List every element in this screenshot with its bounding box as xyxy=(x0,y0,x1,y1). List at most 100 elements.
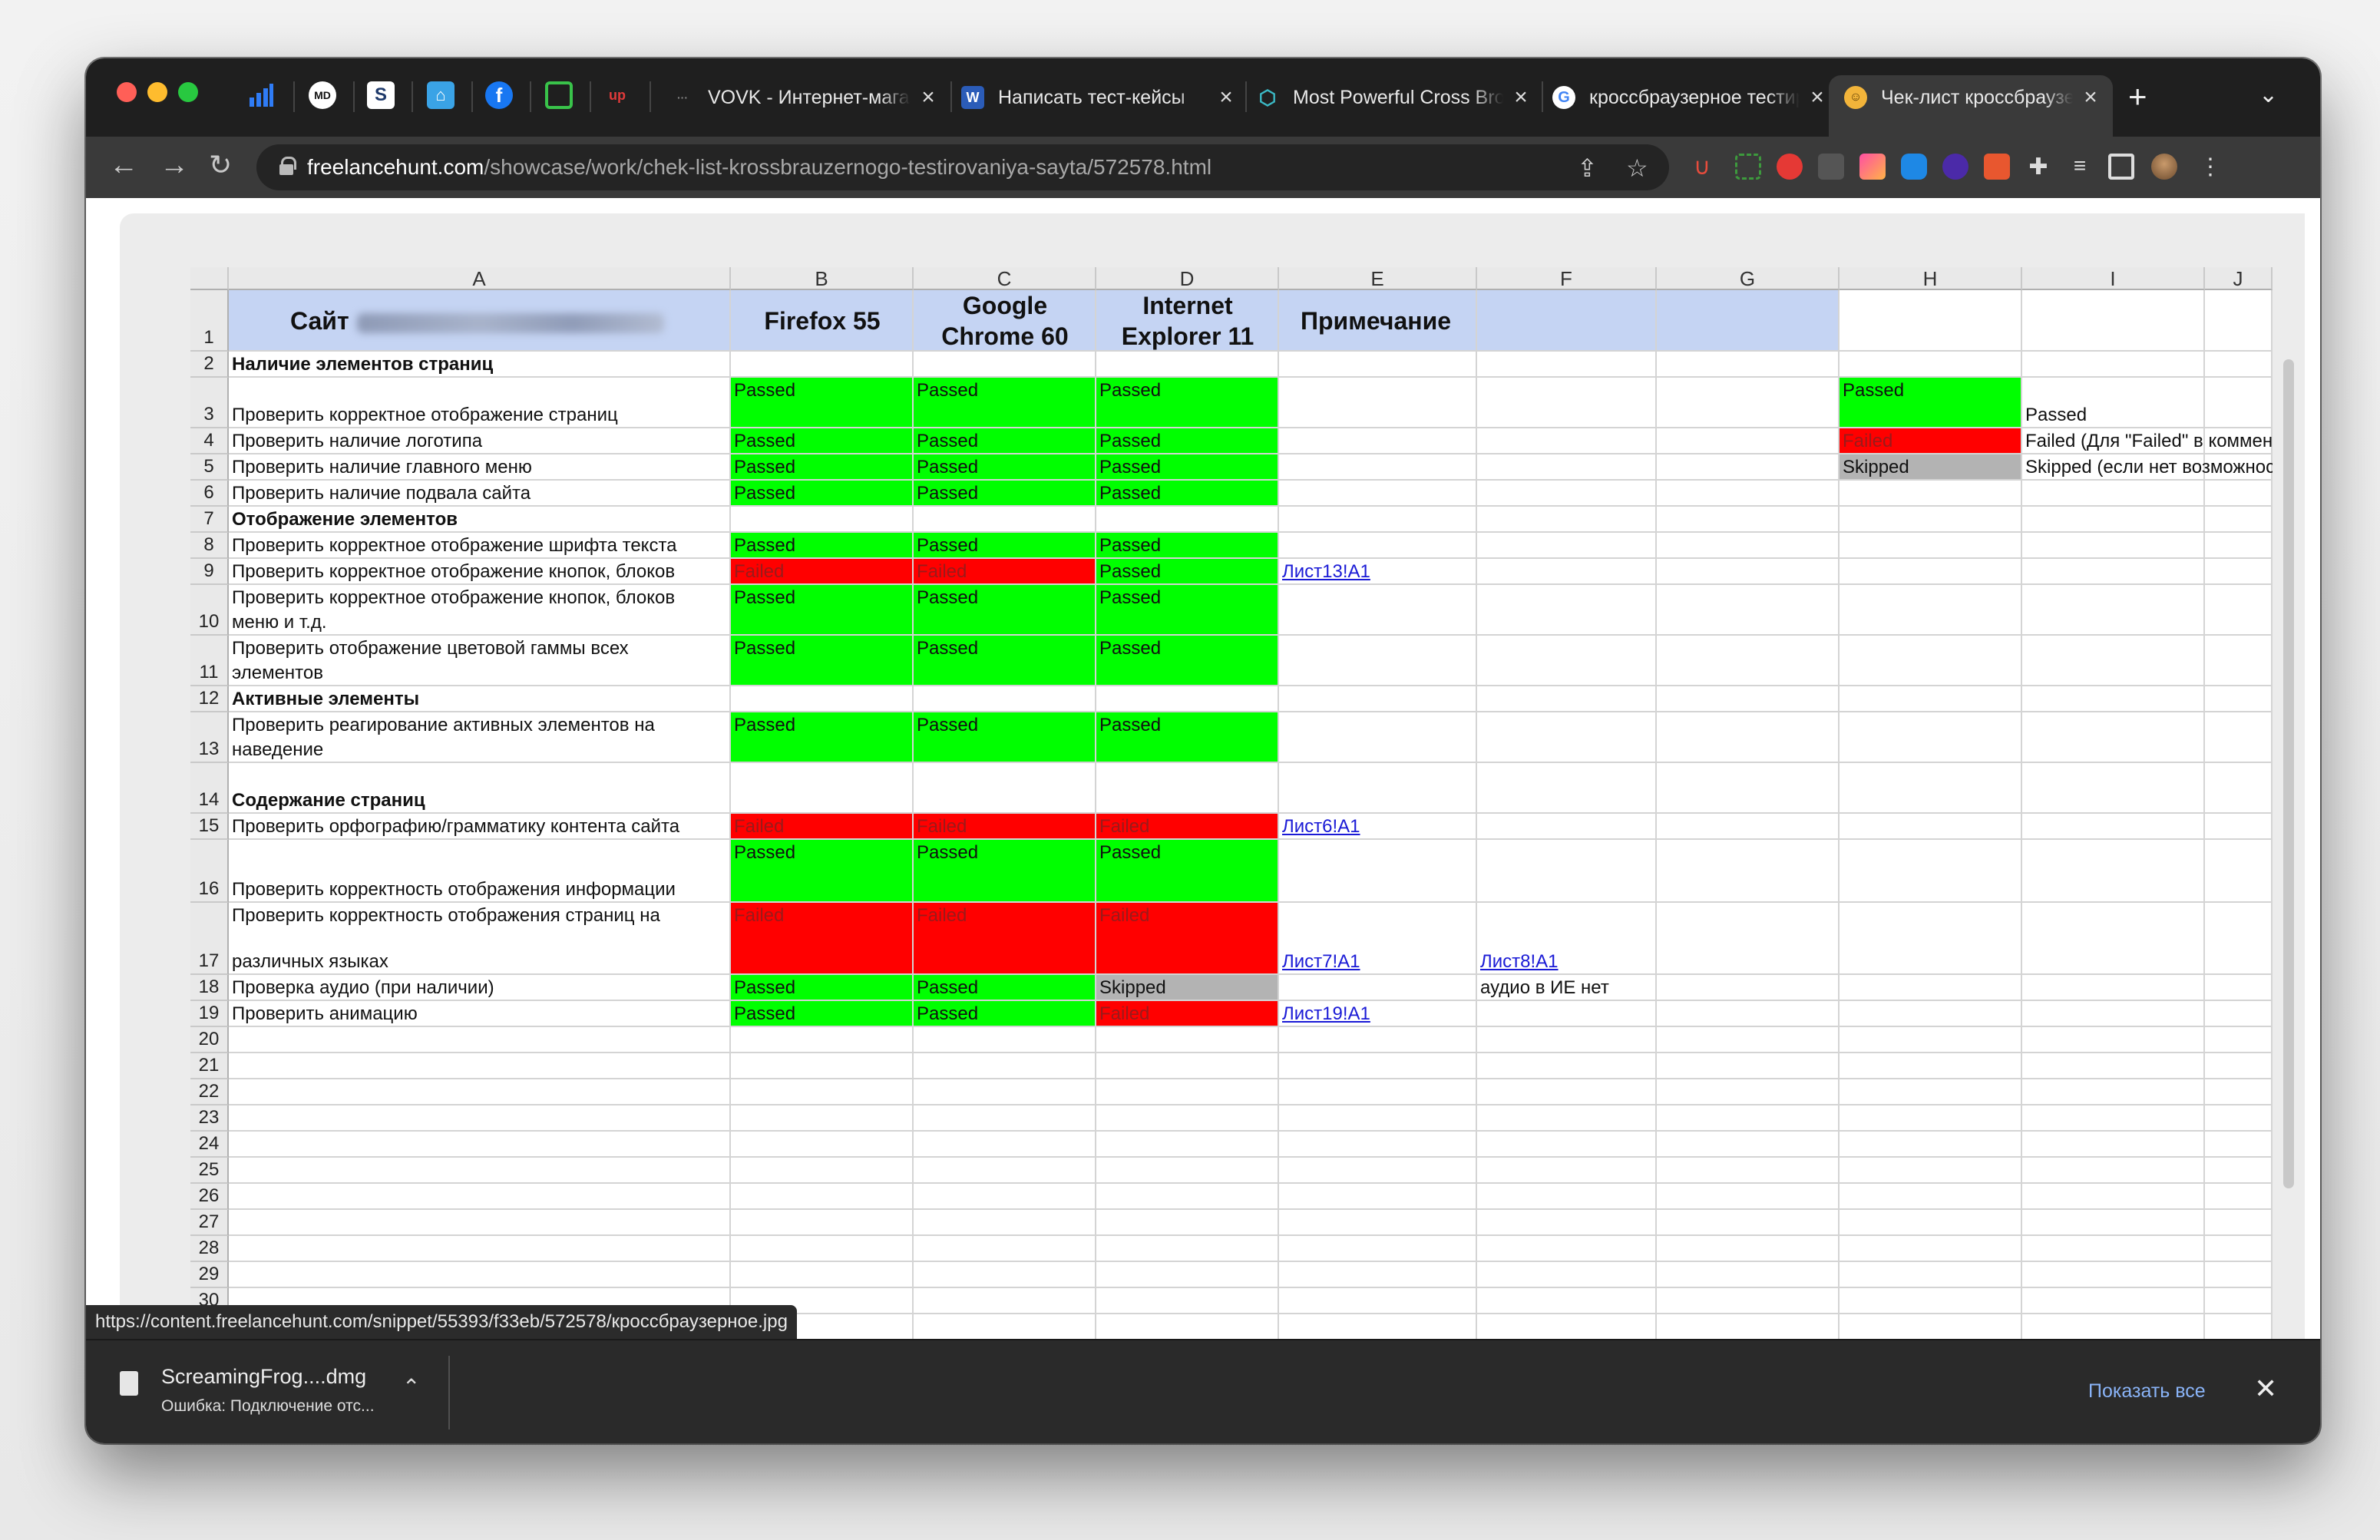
minimize-window-button[interactable] xyxy=(147,82,167,102)
status-cell[interactable]: Passed xyxy=(917,587,978,610)
close-tab-icon[interactable]: × xyxy=(917,84,940,111)
status-cell[interactable]: Passed xyxy=(917,714,978,737)
status-cell[interactable]: Passed xyxy=(1099,456,1161,479)
tab-checklist[interactable]: ☺ Чек-лист кроссбраузерного × xyxy=(1829,75,2113,137)
row-header[interactable]: 22 xyxy=(190,1079,229,1105)
status-cell[interactable]: Passed xyxy=(917,430,978,453)
status-cell[interactable]: Passed xyxy=(734,841,795,864)
sheet-link[interactable]: Лист6!A1 xyxy=(1282,815,1360,838)
status-cell[interactable]: Passed xyxy=(734,977,795,1000)
status-cell[interactable]: Passed xyxy=(1099,841,1161,864)
row-header[interactable]: 18 xyxy=(190,975,229,1001)
status-cell[interactable]: Failed xyxy=(734,815,784,838)
maximize-window-button[interactable] xyxy=(178,82,198,102)
side-panel-icon[interactable] xyxy=(2108,154,2134,180)
status-cell[interactable]: Passed xyxy=(734,534,795,557)
status-cell[interactable]: Passed xyxy=(734,379,795,402)
row-header[interactable]: 3 xyxy=(190,378,229,428)
cloud-icon[interactable] xyxy=(1901,154,1927,180)
status-cell[interactable]: Failed xyxy=(734,560,784,583)
close-tab-icon[interactable]: × xyxy=(1215,84,1238,111)
sheet-link[interactable]: Лист13!A1 xyxy=(1282,560,1370,583)
row-header[interactable]: 20 xyxy=(190,1027,229,1053)
row-header[interactable]: 2 xyxy=(190,352,229,378)
column-header-i[interactable]: I xyxy=(2022,267,2205,290)
status-cell[interactable]: Passed xyxy=(917,841,978,864)
screenshot-icon[interactable] xyxy=(1735,154,1761,180)
row-header[interactable]: 28 xyxy=(190,1236,229,1262)
row-header[interactable]: 26 xyxy=(190,1184,229,1210)
row-header[interactable]: 4 xyxy=(190,428,229,454)
status-cell[interactable]: Failed xyxy=(734,904,784,927)
share-icon[interactable]: ⇪ xyxy=(1577,154,1598,183)
adblock-icon[interactable] xyxy=(1777,154,1803,180)
status-cell[interactable]: Failed xyxy=(1099,904,1149,927)
status-cell[interactable]: Passed xyxy=(1099,482,1161,505)
status-cell[interactable]: Passed xyxy=(734,714,795,737)
close-tab-icon[interactable]: × xyxy=(2079,84,2102,111)
status-cell[interactable]: Passed xyxy=(1099,430,1161,453)
vpn-icon[interactable] xyxy=(1942,154,1968,180)
row-header[interactable]: 7 xyxy=(190,507,229,533)
status-cell[interactable]: Passed xyxy=(1099,587,1161,610)
address-bar[interactable]: freelancehunt.com/showcase/work/chek-lis… xyxy=(256,144,1669,190)
row-header[interactable]: 24 xyxy=(190,1132,229,1158)
row-header[interactable]: 17 xyxy=(190,903,229,975)
sheet-link[interactable]: Лист7!A1 xyxy=(1282,950,1360,973)
status-cell[interactable]: Passed xyxy=(1099,534,1161,557)
new-tab-button[interactable]: + xyxy=(2128,78,2147,115)
row-header[interactable]: 12 xyxy=(190,686,229,712)
avatar[interactable] xyxy=(2151,154,2177,180)
status-cell[interactable]: Passed xyxy=(917,379,978,402)
tab-test-cases[interactable]: W Написать тест-кейсы × xyxy=(961,75,1238,120)
column-header-b[interactable]: B xyxy=(731,267,914,290)
status-cell[interactable]: Failed xyxy=(1099,815,1149,838)
row-header[interactable]: 25 xyxy=(190,1158,229,1184)
row-header[interactable]: 5 xyxy=(190,454,229,481)
status-cell[interactable]: Passed xyxy=(917,482,978,505)
row-header[interactable]: 14 xyxy=(190,763,229,814)
status-cell[interactable]: Failed xyxy=(1843,430,1892,453)
tab-cross-browser[interactable]: ⬡ Most Powerful Cross Browser × xyxy=(1256,75,1532,120)
row-header[interactable]: 19 xyxy=(190,1001,229,1027)
scrollbar[interactable] xyxy=(2283,359,2294,1188)
status-cell[interactable]: Passed xyxy=(917,456,978,479)
select-all-corner[interactable] xyxy=(190,267,229,290)
status-cell[interactable]: Passed xyxy=(1099,379,1161,402)
row-header[interactable]: 1 xyxy=(190,290,229,352)
status-cell[interactable]: Passed xyxy=(734,587,795,610)
row-header[interactable]: 9 xyxy=(190,559,229,585)
column-header-f[interactable]: F xyxy=(1477,267,1657,290)
grid-icon[interactable] xyxy=(1818,154,1844,180)
status-cell[interactable]: Passed xyxy=(1843,379,1904,402)
status-cell[interactable]: Passed xyxy=(917,637,978,660)
column-header-a[interactable]: A xyxy=(229,267,731,290)
reload-icon[interactable]: ↻ xyxy=(209,149,232,181)
status-cell[interactable]: Failed xyxy=(917,560,967,583)
close-window-button[interactable] xyxy=(117,82,137,102)
kebab-menu-icon[interactable]: ⋮ xyxy=(2197,154,2223,180)
chart-icon[interactable] xyxy=(247,81,275,109)
row-header[interactable]: 29 xyxy=(190,1262,229,1288)
status-cell[interactable]: Failed xyxy=(917,904,967,927)
row-header[interactable]: 27 xyxy=(190,1210,229,1236)
color-picker-icon[interactable] xyxy=(1859,154,1886,180)
upwork-icon[interactable]: up xyxy=(603,81,631,109)
close-tab-icon[interactable]: × xyxy=(1806,84,1829,111)
status-cell[interactable]: Passed xyxy=(1099,714,1161,737)
row-header[interactable]: 31 xyxy=(190,1314,229,1340)
magnet-icon[interactable]: ∪ xyxy=(1694,154,1720,180)
row-header[interactable]: 8 xyxy=(190,533,229,559)
status-cell[interactable]: Passed xyxy=(734,637,795,660)
tab-search-icon[interactable]: ⌄ xyxy=(2259,81,2278,108)
status-cell[interactable]: Passed xyxy=(1099,637,1161,660)
bug-icon[interactable] xyxy=(1984,154,2010,180)
tab-vovk[interactable]: ··· VOVK - Интернет-магазин × xyxy=(671,75,940,120)
row-header[interactable]: 13 xyxy=(190,712,229,763)
router-icon[interactable]: ⌂ xyxy=(427,81,455,109)
row-header[interactable]: 23 xyxy=(190,1105,229,1132)
s-icon[interactable]: S xyxy=(367,81,395,109)
column-header-e[interactable]: E xyxy=(1279,267,1477,290)
column-header-h[interactable]: H xyxy=(1840,267,2022,290)
row-header[interactable]: 10 xyxy=(190,585,229,636)
